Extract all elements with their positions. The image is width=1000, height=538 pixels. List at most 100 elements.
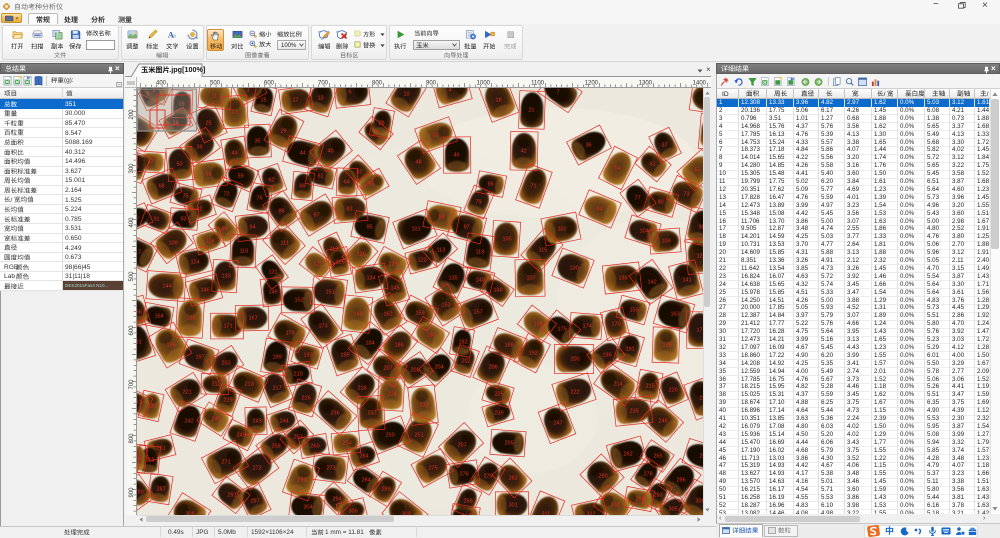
svg-text:275: 275 [429, 466, 438, 472]
svg-text:203: 203 [222, 361, 231, 367]
svg-text:180: 180 [427, 333, 436, 339]
svg-text:97: 97 [464, 225, 470, 231]
svg-text:36: 36 [586, 143, 592, 149]
svg-text:91: 91 [154, 217, 160, 223]
svg-text:101: 101 [412, 227, 421, 233]
svg-text:207: 207 [384, 366, 393, 372]
svg-text:222: 222 [571, 390, 580, 396]
svg-text:199: 199 [273, 355, 282, 361]
svg-text:71: 71 [531, 184, 537, 190]
svg-text:29: 29 [281, 129, 287, 135]
svg-text:149: 149 [269, 290, 278, 296]
svg-text:268: 268 [137, 456, 142, 462]
svg-text:200: 200 [571, 357, 580, 363]
svg-text:1300: 1300 [639, 81, 653, 87]
svg-text:254: 254 [343, 441, 352, 447]
svg-text:200: 200 [129, 109, 135, 120]
svg-text:51: 51 [650, 162, 656, 168]
svg-text:206: 206 [489, 365, 498, 371]
svg-text:11: 11 [212, 94, 218, 100]
svg-text:247: 247 [554, 421, 563, 427]
svg-text:54: 54 [615, 166, 621, 172]
svg-text:44: 44 [300, 151, 306, 157]
svg-text:282: 282 [509, 476, 518, 482]
svg-text:95: 95 [367, 225, 373, 231]
svg-text:160: 160 [354, 312, 363, 318]
svg-text:167: 167 [249, 316, 258, 322]
svg-text:188: 188 [505, 343, 514, 349]
svg-text:239: 239 [495, 411, 504, 417]
svg-text:119: 119 [476, 250, 485, 256]
svg-text:210: 210 [294, 372, 303, 378]
svg-text:102: 102 [558, 227, 567, 233]
svg-text:286: 286 [677, 478, 686, 484]
svg-text:39: 39 [197, 145, 203, 151]
svg-text:290: 290 [137, 490, 144, 496]
svg-text:189: 189 [663, 343, 672, 349]
svg-text:240: 240 [212, 417, 221, 423]
svg-text:123: 123 [418, 258, 427, 264]
svg-text:55: 55 [695, 168, 701, 174]
svg-text:192: 192 [529, 351, 538, 357]
svg-text:294: 294 [333, 497, 342, 503]
svg-text:42: 42 [521, 149, 527, 155]
svg-text:264: 264 [360, 454, 369, 460]
svg-text:900: 900 [129, 487, 135, 498]
svg-text:280: 280 [599, 474, 608, 480]
svg-text:127: 127 [314, 262, 323, 268]
svg-text:1100: 1100 [531, 81, 545, 87]
svg-text:600: 600 [264, 81, 275, 87]
svg-text:225: 225 [495, 392, 504, 398]
svg-text:18: 18 [496, 98, 502, 104]
svg-text:3: 3 [247, 88, 250, 94]
svg-text:84: 84 [597, 207, 603, 213]
svg-text:133: 133 [222, 274, 231, 280]
svg-text:137: 137 [527, 276, 536, 282]
svg-text:69: 69 [300, 184, 306, 190]
svg-text:58: 58 [206, 172, 212, 178]
svg-text:66: 66 [488, 182, 494, 188]
svg-text:73: 73 [684, 192, 690, 198]
svg-text:142: 142 [648, 280, 657, 286]
svg-text:10: 10 [404, 92, 410, 98]
svg-text:90: 90 [137, 216, 139, 222]
svg-text:242: 242 [185, 419, 194, 425]
svg-text:166: 166 [187, 316, 196, 322]
svg-text:26: 26 [379, 121, 385, 127]
svg-text:170: 170 [612, 322, 621, 328]
svg-text:235: 235 [630, 409, 639, 415]
svg-text:130: 130 [570, 266, 579, 272]
svg-text:106: 106 [206, 239, 215, 245]
svg-text:111: 111 [281, 241, 289, 247]
svg-text:104: 104 [640, 229, 649, 235]
svg-text:120: 120 [357, 252, 366, 258]
svg-text:145: 145 [391, 286, 400, 292]
svg-text:99: 99 [222, 227, 228, 233]
svg-text:88: 88 [439, 215, 445, 221]
svg-text:291: 291 [228, 493, 237, 499]
svg-text:105: 105 [503, 237, 512, 243]
svg-text:283: 283 [298, 478, 307, 484]
svg-text:221: 221 [183, 390, 192, 396]
svg-text:131: 131 [269, 270, 278, 276]
svg-text:300: 300 [696, 499, 704, 505]
svg-text:40: 40 [328, 149, 334, 155]
svg-text:175: 175 [558, 327, 567, 333]
svg-text:80: 80 [658, 200, 664, 206]
svg-text:279: 279 [484, 474, 493, 480]
svg-text:306: 306 [349, 509, 358, 515]
svg-text:68: 68 [159, 184, 165, 190]
svg-text:65: 65 [369, 182, 375, 188]
svg-text:115: 115 [539, 248, 548, 254]
svg-text:272: 272 [253, 466, 262, 472]
svg-text:135: 135 [449, 276, 458, 282]
svg-text:700: 700 [318, 81, 329, 87]
svg-text:224: 224 [388, 392, 397, 398]
svg-text:134: 134 [367, 276, 376, 282]
svg-text:204: 204 [435, 365, 444, 371]
svg-text:155: 155 [630, 308, 639, 314]
svg-text:168: 168 [534, 322, 543, 328]
svg-text:213: 213 [245, 382, 254, 388]
svg-text:64: 64 [344, 180, 350, 186]
svg-text:301: 301 [509, 503, 518, 509]
